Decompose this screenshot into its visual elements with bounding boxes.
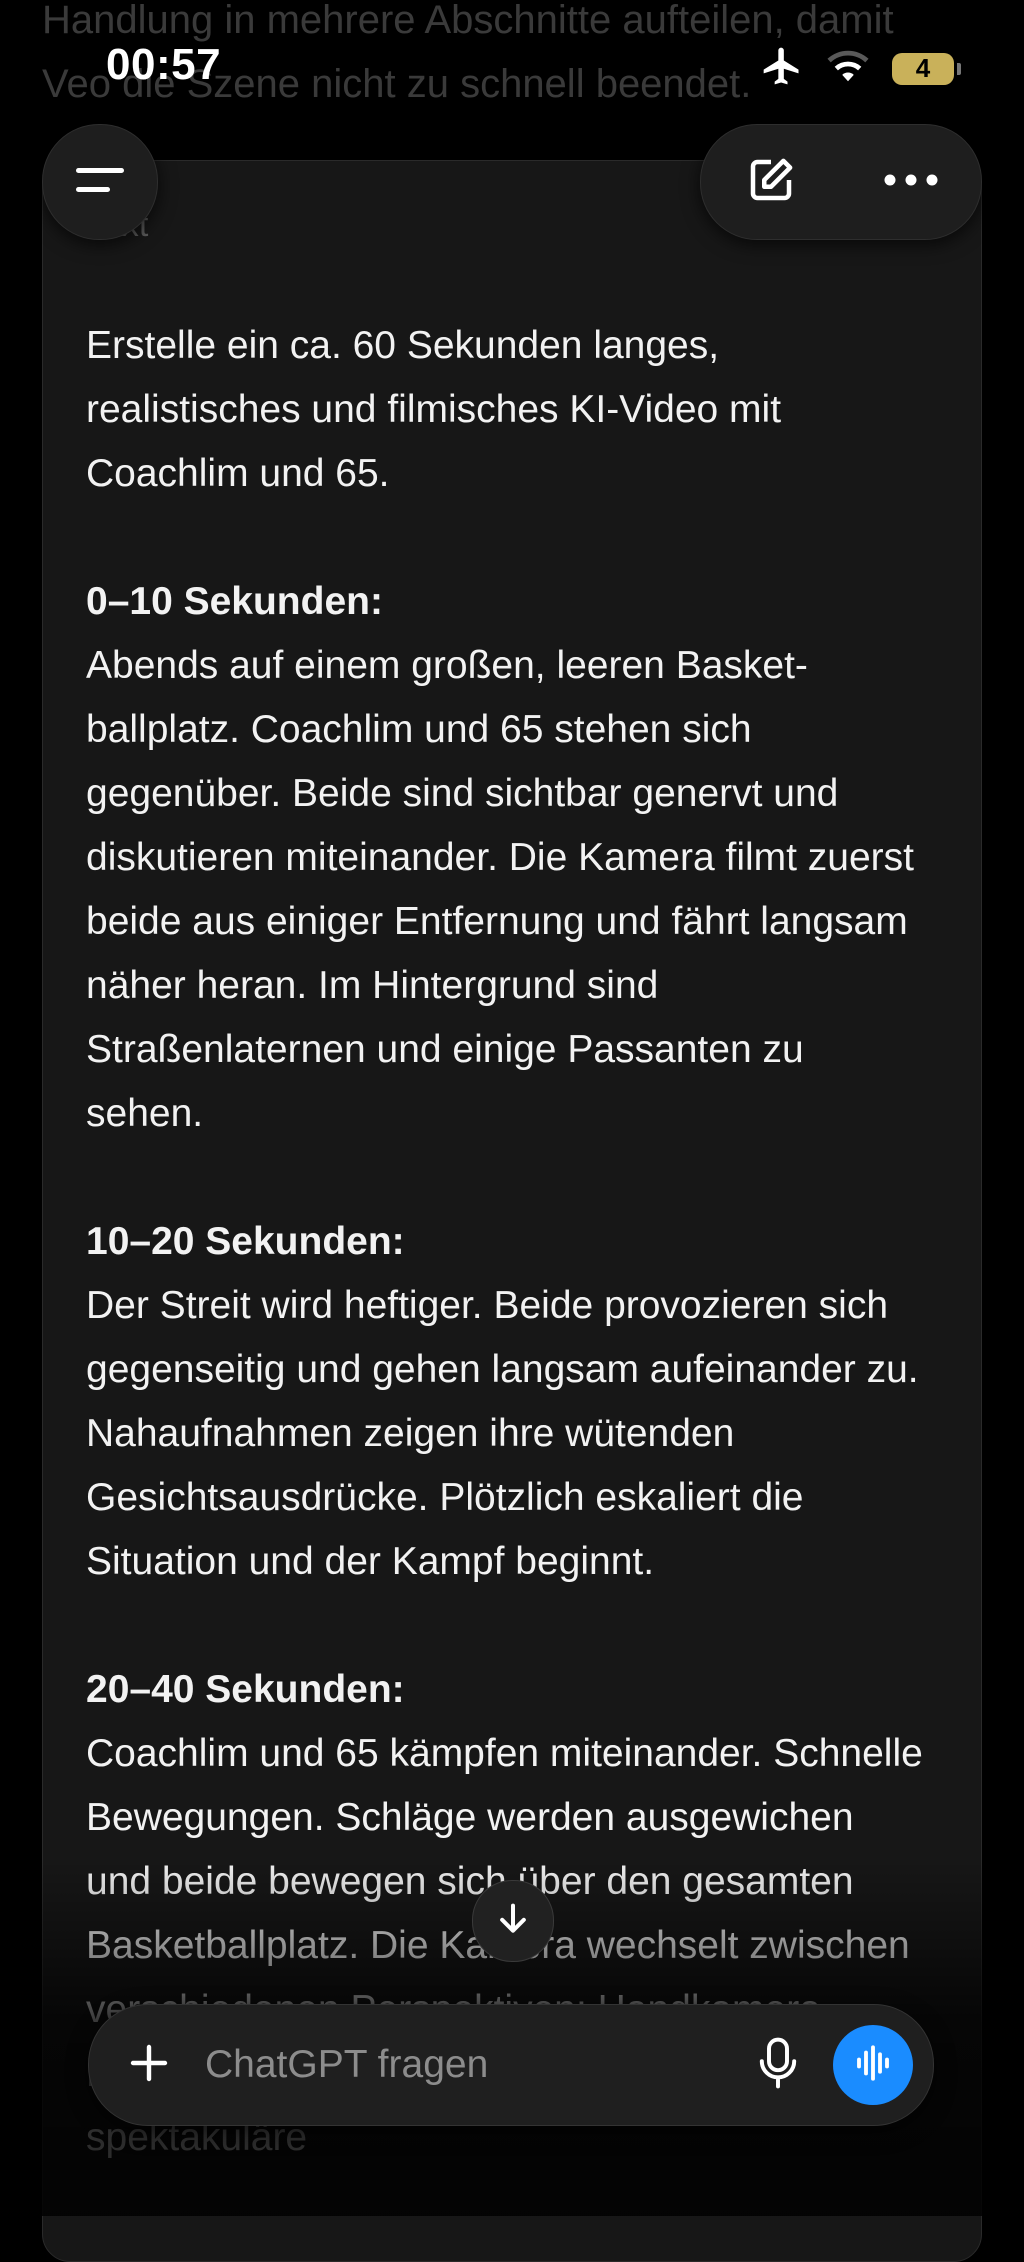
status-time: 00:57 <box>106 40 222 89</box>
message-input[interactable] <box>205 2043 743 2087</box>
header-actions <box>700 124 982 240</box>
section-text: Der Streit wird heftiger. Beide provozie… <box>86 1284 919 1583</box>
microphone-icon <box>756 2036 800 2095</box>
scroll-down-button[interactable] <box>472 1880 554 1962</box>
more-icon <box>883 174 939 191</box>
section-heading: 0–10 Sekunden: <box>86 580 383 623</box>
dictate-button[interactable] <box>743 2036 813 2095</box>
battery-level: 4 <box>915 53 931 83</box>
wifi-icon <box>826 48 870 89</box>
menu-icon <box>74 162 126 203</box>
section-text: Abends auf einem großen, leeren Basket-b… <box>86 644 915 1135</box>
section-heading: 10–20 Sekunden: <box>86 1220 405 1263</box>
status-icons: 4 <box>760 44 961 93</box>
voice-mode-button[interactable] <box>833 2025 913 2105</box>
new-chat-button[interactable] <box>744 153 798 212</box>
intro-paragraph: Erstelle ein ca. 60 Sekunden langes, rea… <box>86 324 782 495</box>
voice-waveform-icon <box>852 2042 894 2089</box>
plus-icon <box>125 2039 173 2092</box>
arrow-down-icon <box>493 1899 533 1944</box>
menu-button[interactable] <box>42 124 158 240</box>
battery-icon: 4 <box>892 52 961 85</box>
airplane-icon <box>760 44 804 93</box>
section-heading: 20–40 Sekunden: <box>86 1668 405 1711</box>
more-button[interactable] <box>883 173 939 192</box>
edit-icon <box>744 158 798 211</box>
composer <box>88 2004 934 2126</box>
attach-button[interactable] <box>89 2039 209 2092</box>
